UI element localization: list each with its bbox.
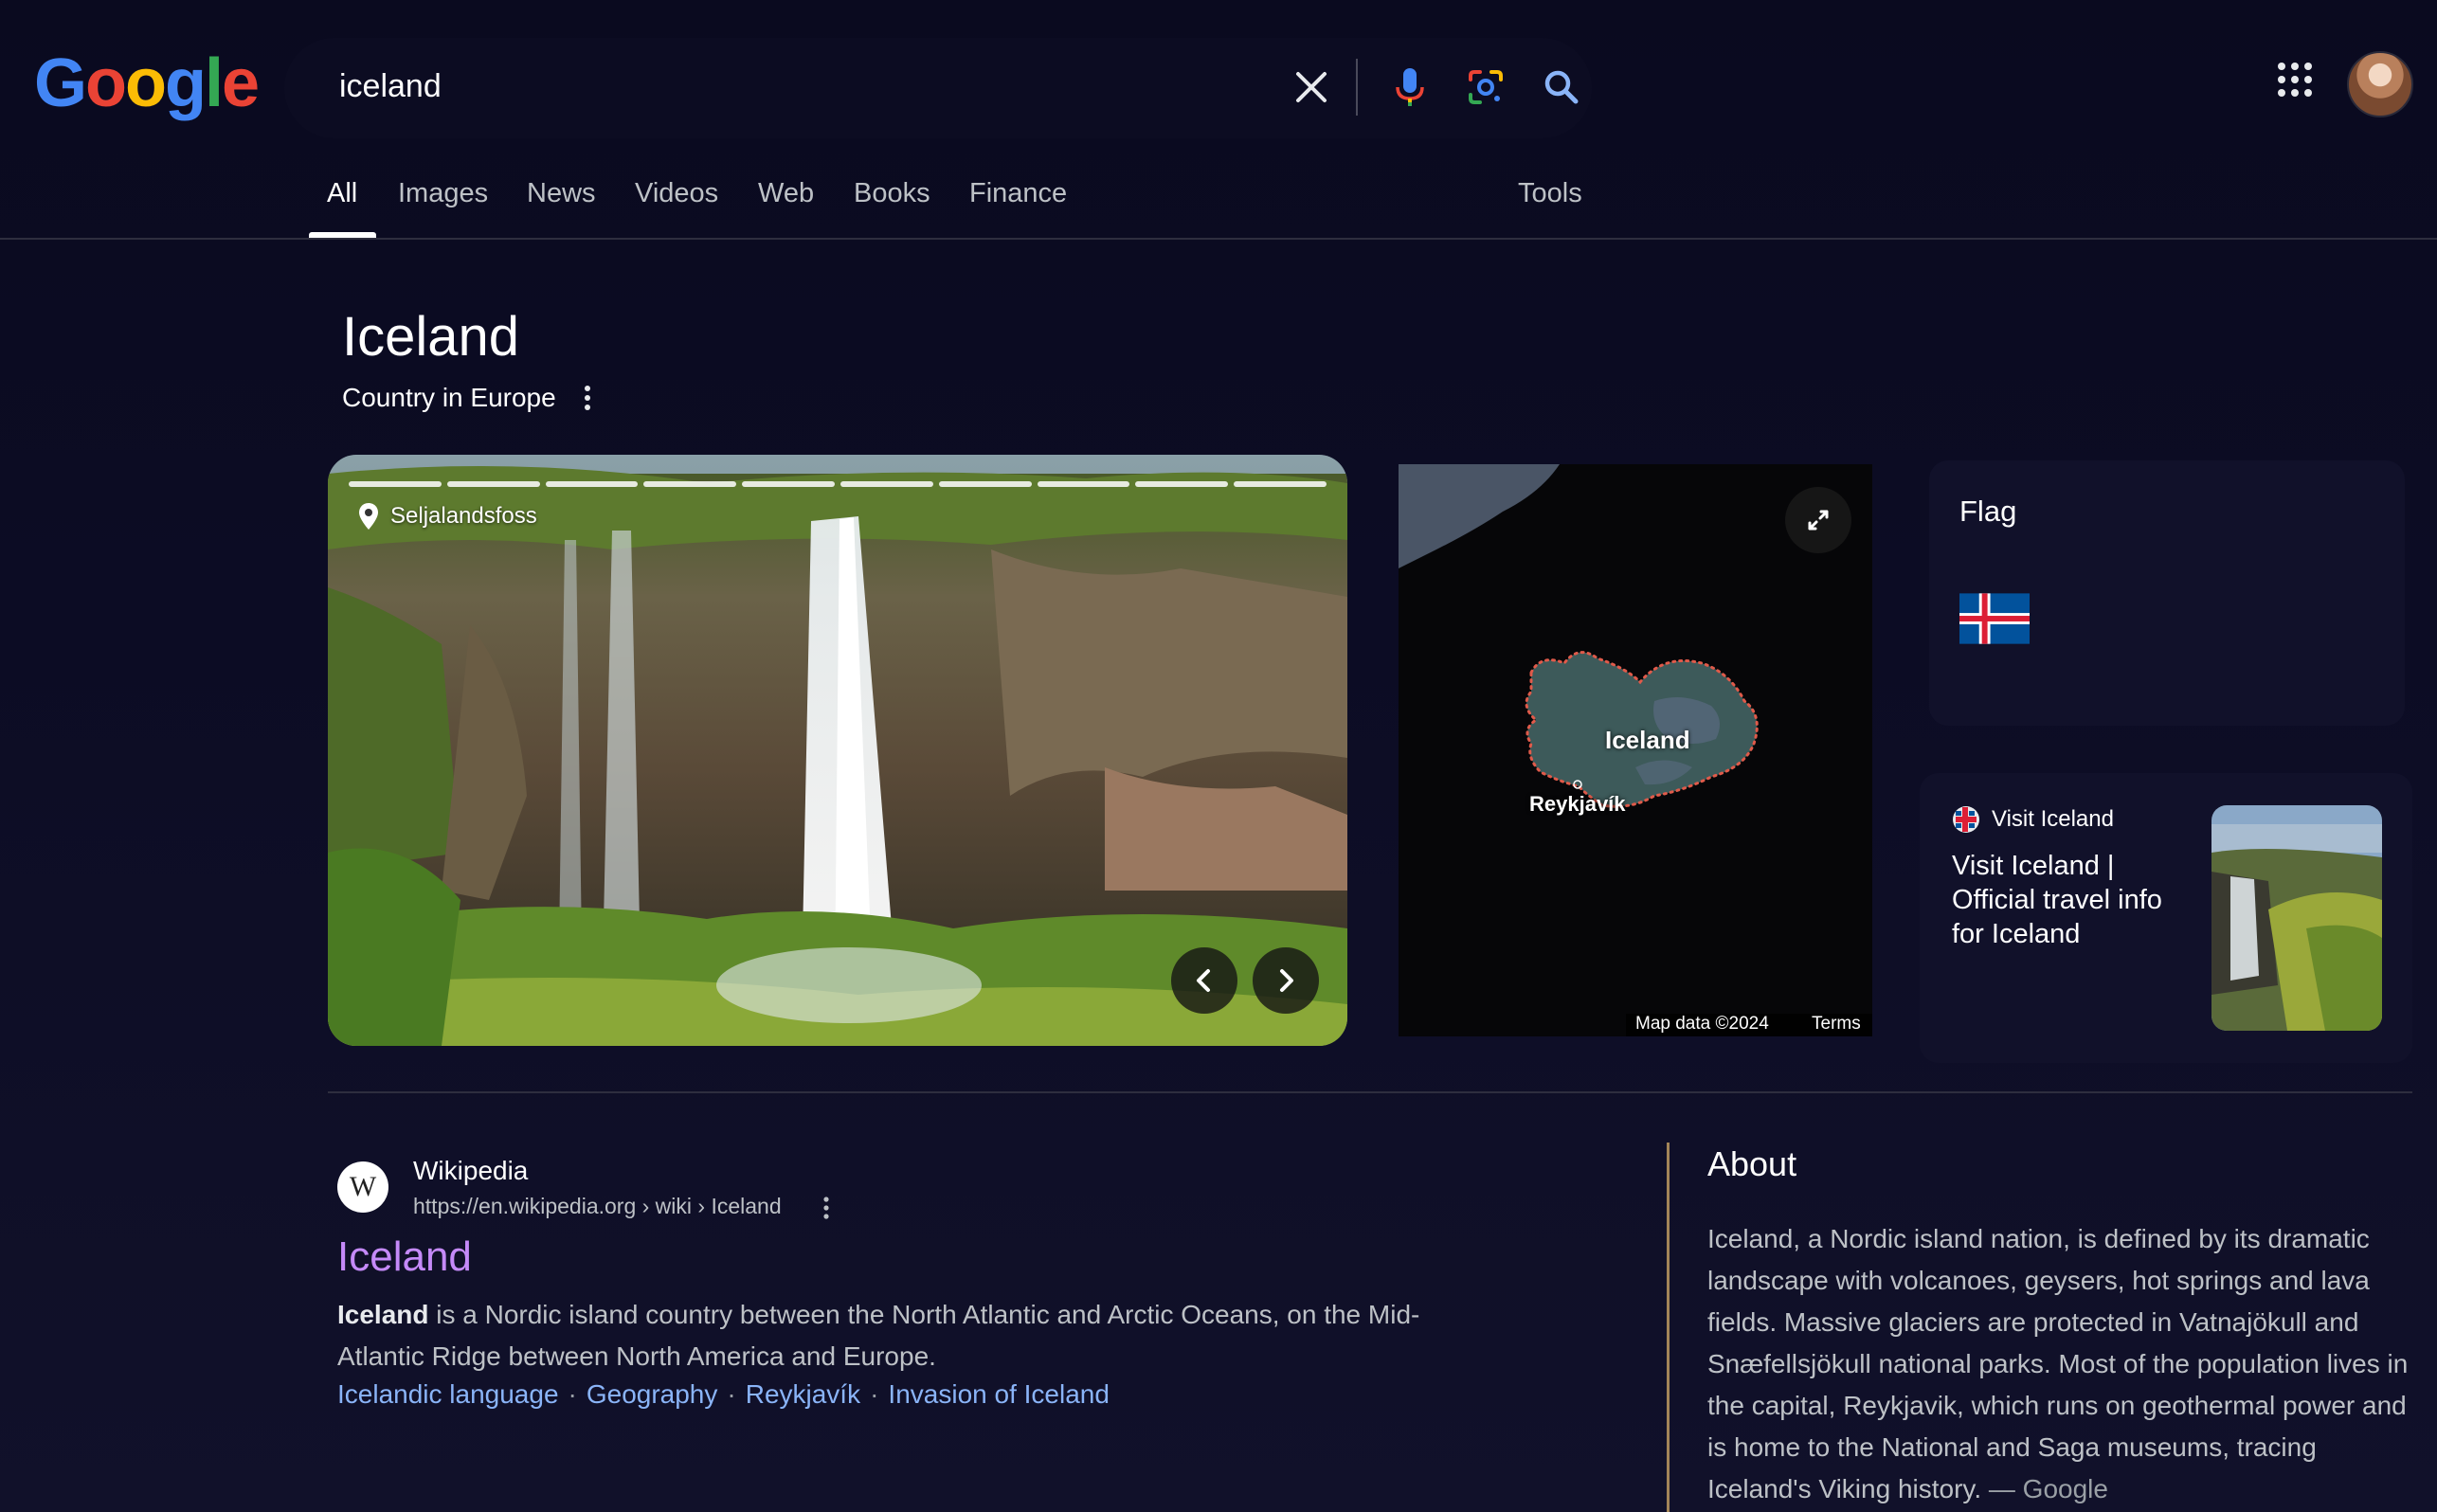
tab-news[interactable]: News <box>527 178 596 209</box>
entity-subtitle: Country in Europe <box>342 383 556 412</box>
map-panel[interactable]: Iceland Reykjavík Map data ©2024 Terms <box>1399 464 1872 1036</box>
visit-thumbnail[interactable] <box>2211 805 2382 1031</box>
sitelink-separator: · <box>727 1379 736 1409</box>
expand-icon <box>1808 510 1829 531</box>
iceland-flag-icon <box>1959 593 2030 644</box>
sitelink-separator: · <box>568 1379 577 1409</box>
result-more-button[interactable] <box>817 1194 836 1222</box>
map-attribution: Map data ©2024 Terms <box>1626 1014 1872 1036</box>
visit-title[interactable]: Visit Iceland | Official travel info for… <box>1952 849 2198 951</box>
search-button[interactable] <box>1533 59 1590 116</box>
clear-search-button[interactable] <box>1289 64 1334 110</box>
result-sitelinks: Icelandic language · Geography · Reykjavík · I… <box>337 1379 1110 1410</box>
about-source-link[interactable]: — Google <box>1989 1474 2108 1503</box>
close-icon <box>1296 72 1327 102</box>
search-divider <box>1356 59 1358 116</box>
chevron-right-icon <box>1280 969 1293 992</box>
tab-finance[interactable]: Finance <box>969 178 1067 209</box>
entity-more-button[interactable] <box>576 383 599 413</box>
result-url[interactable]: https://en.wikipedia.org › wiki › Icelan… <box>413 1194 782 1219</box>
about-text: Iceland, a Nordic island nation, is defi… <box>1707 1224 2409 1503</box>
search-box[interactable]: iceland <box>284 38 1592 138</box>
carousel-progress <box>349 481 1327 487</box>
search-results-page: Google iceland All Images News Videos We… <box>0 0 2437 1512</box>
about-accent-bar <box>1667 1143 1670 1512</box>
apps-grid-icon <box>2278 63 2312 97</box>
tab-books[interactable]: Books <box>854 178 930 209</box>
about-title: About <box>1707 1144 1797 1183</box>
map-terms-link[interactable]: Terms <box>1812 1014 1861 1035</box>
section-divider <box>328 1091 2412 1093</box>
tabs-divider <box>0 238 2437 240</box>
tab-videos[interactable]: Videos <box>635 178 718 209</box>
search-input[interactable]: iceland <box>339 68 442 105</box>
result-snippet-bold: Iceland <box>337 1300 429 1329</box>
search-icon <box>1544 70 1579 104</box>
result-snippet-text: is a Nordic island country between the N… <box>337 1300 1420 1371</box>
visit-source: Visit Iceland <box>1952 805 2114 834</box>
map-city-label: Reykjavík <box>1529 792 1626 816</box>
photo-location-label: Seljalandsfoss <box>390 503 537 529</box>
result-title-link[interactable]: Iceland <box>337 1233 472 1281</box>
microphone-icon <box>1396 68 1424 106</box>
sitelink-invasion-of-iceland[interactable]: Invasion of Iceland <box>888 1379 1110 1409</box>
more-vert-icon <box>823 1197 829 1219</box>
visit-thumbnail-image <box>2211 805 2382 1031</box>
camera-lens-icon <box>1469 70 1503 104</box>
chevron-left-icon <box>1197 969 1210 992</box>
visit-iceland-favicon-icon <box>1953 806 1979 833</box>
result-site-name[interactable]: Wikipedia <box>413 1156 528 1186</box>
sitelink-reykjavik[interactable]: Reykjavík <box>746 1379 860 1409</box>
visit-source-label: Visit Iceland <box>1992 806 2114 832</box>
flag-title: Flag <box>1959 495 2017 528</box>
location-pin-icon <box>359 503 378 530</box>
google-apps-button[interactable] <box>2274 59 2316 100</box>
tab-web[interactable]: Web <box>758 178 814 209</box>
sitelink-geography[interactable]: Geography <box>587 1379 718 1409</box>
photo-carousel[interactable]: Seljalandsfoss <box>328 455 1347 1046</box>
tools-button[interactable]: Tools <box>1518 178 1582 209</box>
wikipedia-favicon-icon: W <box>337 1161 388 1213</box>
flag-card[interactable]: Flag <box>1929 460 2405 726</box>
sitelink-icelandic-language[interactable]: Icelandic language <box>337 1379 559 1409</box>
visit-iceland-card[interactable]: Visit Iceland Visit Iceland | Official t… <box>1920 773 2412 1063</box>
tab-all[interactable]: All <box>327 178 357 209</box>
entity-title: Iceland <box>342 306 520 368</box>
photo-location[interactable]: Seljalandsfoss <box>358 502 537 531</box>
map-expand-button[interactable] <box>1785 487 1851 553</box>
more-vert-icon <box>585 386 590 410</box>
sitelink-separator: · <box>870 1379 879 1409</box>
result-snippet: Iceland is a Nordic island country betwe… <box>337 1294 1455 1377</box>
map-data-label: Map data ©2024 <box>1635 1014 1769 1034</box>
lens-search-button[interactable] <box>1457 59 1514 116</box>
carousel-prev-button[interactable] <box>1171 947 1237 1014</box>
about-description: Iceland, a Nordic island nation, is defi… <box>1707 1218 2428 1510</box>
google-logo[interactable]: Google <box>34 45 260 121</box>
voice-search-button[interactable] <box>1381 59 1438 116</box>
account-avatar[interactable] <box>2347 51 2413 117</box>
tab-images[interactable]: Images <box>398 178 488 209</box>
carousel-next-button[interactable] <box>1253 947 1319 1014</box>
map-country-label: Iceland <box>1605 726 1690 754</box>
